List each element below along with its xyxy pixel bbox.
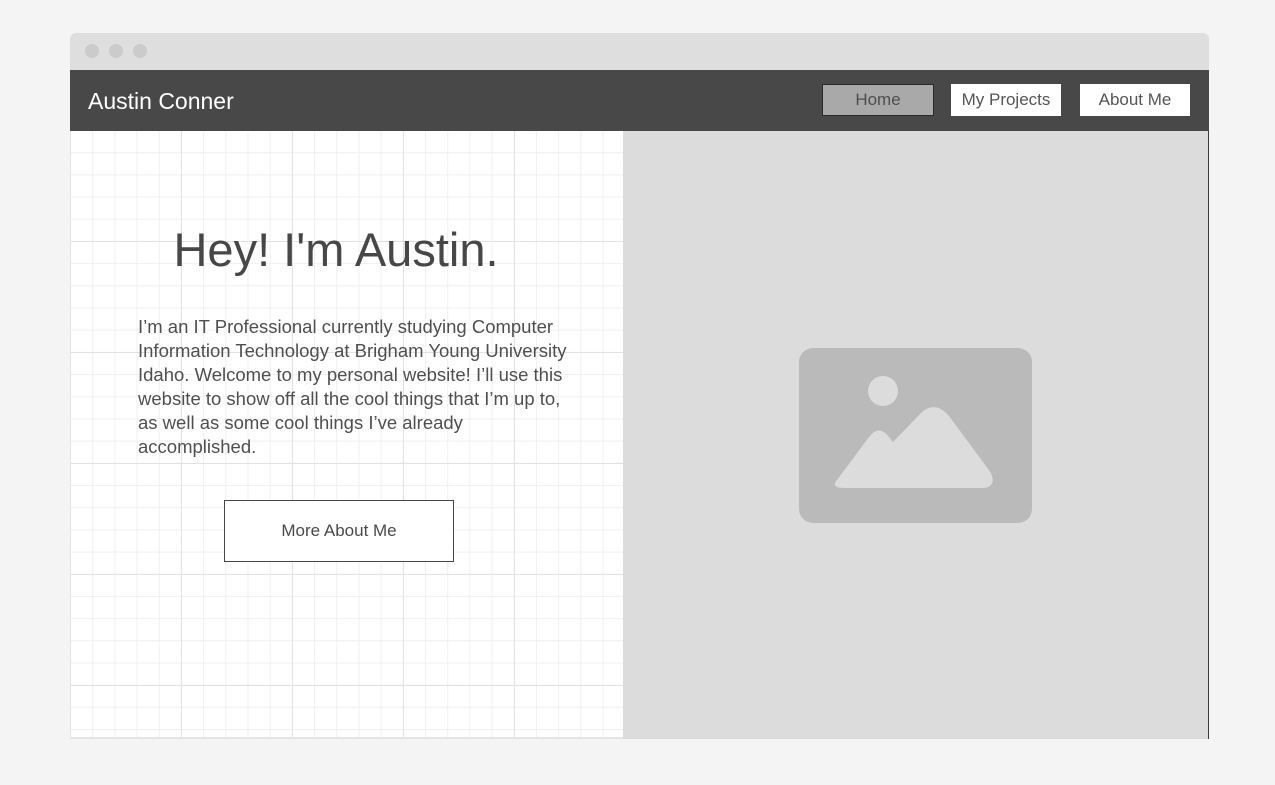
hero-image-area: [623, 131, 1209, 739]
window-dot-minimize[interactable]: [109, 44, 123, 58]
nav-home-button[interactable]: Home: [822, 84, 934, 116]
hero-intro-text: I’m an IT Professional currently studyin…: [138, 316, 567, 457]
more-about-me-button[interactable]: More About Me: [224, 500, 454, 562]
window-dot-close[interactable]: [85, 44, 99, 58]
image-placeholder-icon: [799, 348, 1032, 523]
hero-section: Hey! I'm Austin. I’m an IT Professional …: [70, 131, 623, 739]
window-dot-maximize[interactable]: [133, 44, 147, 58]
browser-window: Austin Conner Home My Projects About Me …: [70, 33, 1209, 739]
nav-my-projects-button[interactable]: My Projects: [951, 84, 1061, 116]
window-titlebar: [70, 33, 1209, 70]
site-brand[interactable]: Austin Conner: [88, 88, 234, 114]
site-navbar: Austin Conner Home My Projects About Me: [70, 70, 1209, 131]
hero-title: Hey! I'm Austin.: [173, 223, 499, 276]
nav-about-me-button[interactable]: About Me: [1080, 84, 1190, 116]
